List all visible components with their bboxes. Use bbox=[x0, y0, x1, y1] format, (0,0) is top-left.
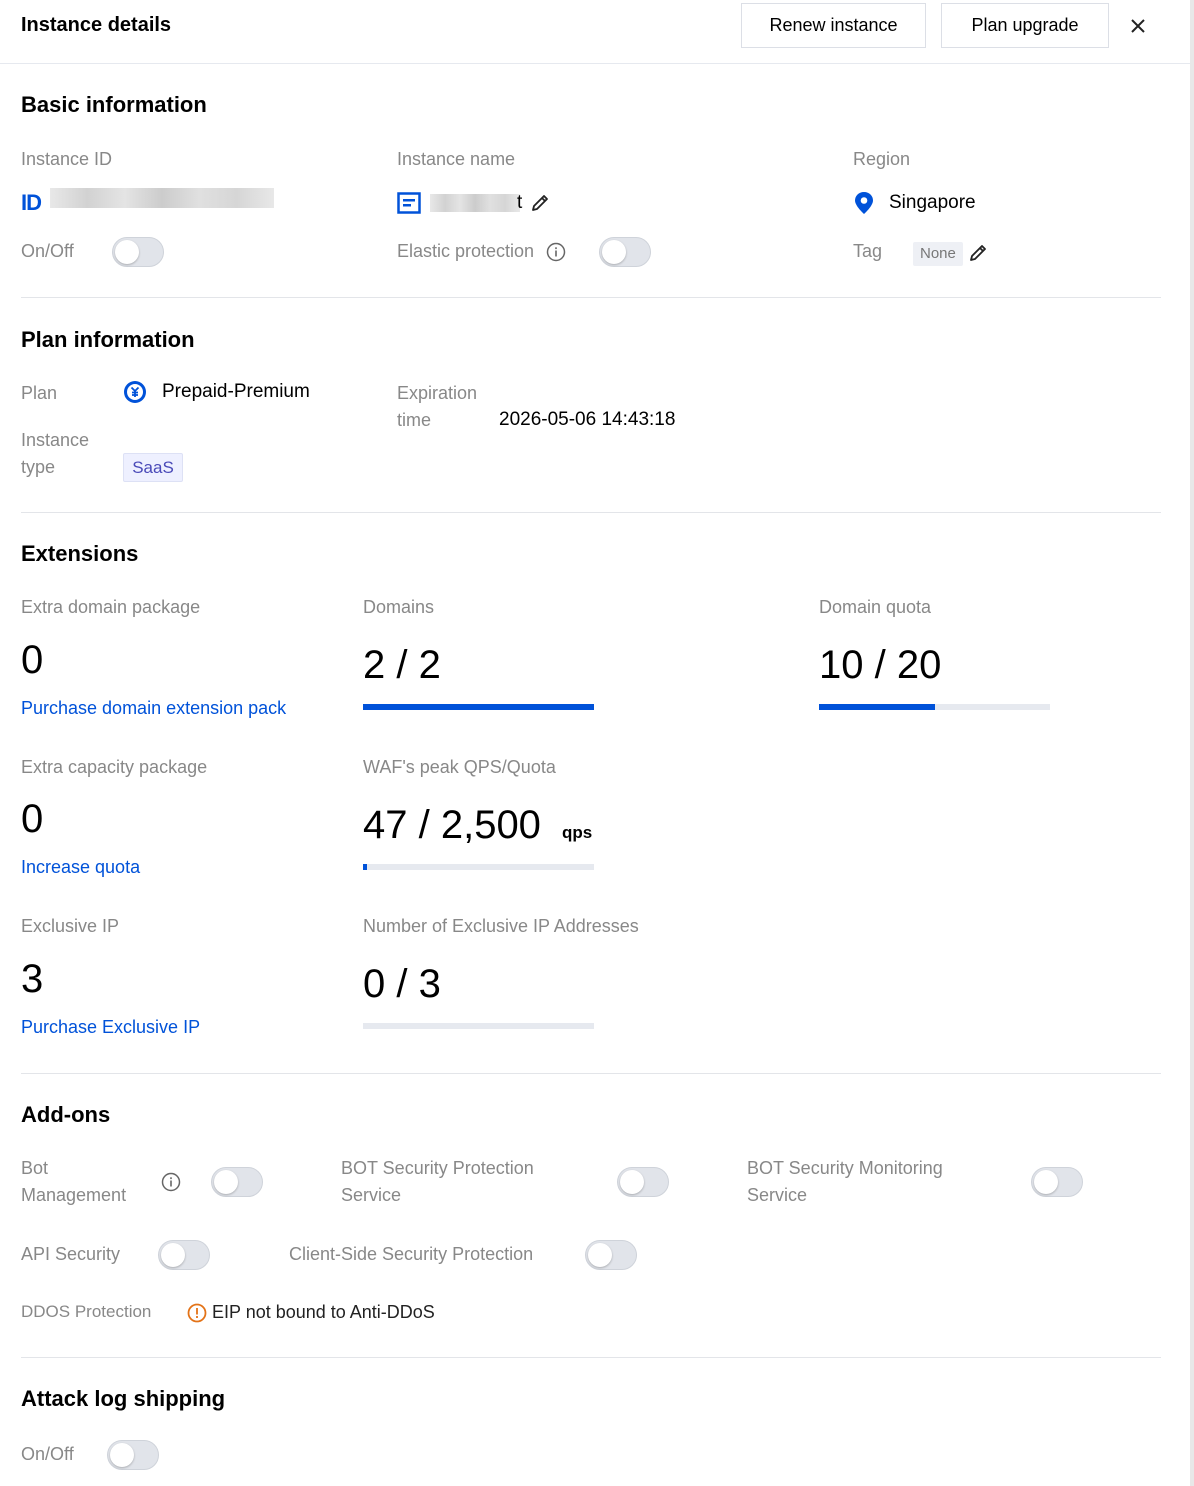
api-security-toggle[interactable] bbox=[158, 1240, 210, 1270]
instance-type-saas-badge: SaaS bbox=[123, 453, 183, 482]
bot-monitoring-toggle[interactable] bbox=[1031, 1167, 1083, 1197]
instance-name-label: Instance name bbox=[397, 149, 516, 169]
close-icon[interactable] bbox=[1126, 14, 1150, 38]
bot-protection-toggle[interactable] bbox=[617, 1167, 669, 1197]
domains-label: Domains bbox=[363, 597, 435, 617]
bot-management-label-1: Bot bbox=[21, 1158, 49, 1178]
divider bbox=[21, 1073, 1161, 1074]
extra-capacity-value: 0 bbox=[21, 797, 44, 841]
info-icon[interactable] bbox=[546, 242, 566, 262]
edit-tag-pencil-icon[interactable] bbox=[968, 243, 988, 263]
drawer-header: Instance details Renew instance Plan upg… bbox=[0, 0, 1190, 64]
instance-type-label-2: type bbox=[21, 457, 56, 477]
plan-upgrade-button[interactable]: Plan upgrade bbox=[941, 3, 1109, 48]
plan-info-title: Plan information bbox=[21, 327, 195, 352]
bot-protection-label-2: Service bbox=[341, 1185, 402, 1205]
plan-value: Prepaid-Premium bbox=[162, 381, 310, 402]
drawer-title: Instance details bbox=[21, 14, 172, 36]
scrollbar[interactable] bbox=[1190, 0, 1194, 1486]
num-exclusive-ip-progress-bar bbox=[363, 1023, 594, 1029]
attack-log-title: Attack log shipping bbox=[21, 1386, 226, 1411]
increase-quota-link[interactable]: Increase quota bbox=[21, 857, 140, 878]
instance-id-value-redacted bbox=[50, 188, 274, 208]
domain-quota-progress-bar bbox=[819, 704, 1050, 710]
instance-onoff-toggle[interactable] bbox=[112, 237, 164, 267]
api-security-label: API Security bbox=[21, 1244, 121, 1264]
info-icon[interactable] bbox=[161, 1172, 181, 1192]
tag-value-badge: None bbox=[913, 242, 963, 266]
domain-quota-value: 10 / 20 bbox=[819, 643, 942, 687]
attack-log-onoff-label: On/Off bbox=[21, 1444, 74, 1464]
bot-monitoring-label-2: Service bbox=[747, 1185, 808, 1205]
domain-quota-progress-fill bbox=[819, 704, 935, 710]
exclusive-ip-label: Exclusive IP bbox=[21, 916, 120, 936]
region-value: Singapore bbox=[889, 192, 976, 213]
elastic-protection-toggle[interactable] bbox=[599, 237, 651, 267]
domains-progress-fill bbox=[363, 704, 594, 710]
addons-title: Add-ons bbox=[21, 1102, 111, 1127]
exclusive-ip-value: 3 bbox=[21, 957, 44, 1001]
bot-monitoring-label-1: BOT Security Monitoring bbox=[747, 1158, 943, 1178]
domain-quota-label: Domain quota bbox=[819, 597, 932, 617]
plan-label: Plan bbox=[21, 383, 58, 403]
qps-progress-fill bbox=[363, 864, 368, 870]
bot-management-toggle[interactable] bbox=[211, 1167, 263, 1197]
onoff-label: On/Off bbox=[21, 241, 74, 261]
ddos-status: EIP not bound to Anti-DDoS bbox=[212, 1302, 435, 1322]
instance-name-suffix: t bbox=[517, 192, 523, 213]
client-side-security-label: Client-Side Security Protection bbox=[289, 1244, 534, 1264]
expiration-value: 2026-05-06 14:43:18 bbox=[499, 409, 676, 430]
domains-value: 2 / 2 bbox=[363, 643, 441, 687]
document-icon bbox=[397, 192, 421, 214]
elastic-protection-label: Elastic protection bbox=[397, 241, 535, 261]
num-exclusive-ip-label: Number of Exclusive IP Addresses bbox=[363, 916, 639, 936]
id-icon: ID bbox=[21, 190, 42, 215]
divider bbox=[21, 297, 1161, 298]
extensions-title: Extensions bbox=[21, 541, 139, 566]
basic-info-title: Basic information bbox=[21, 92, 207, 117]
renew-instance-button[interactable]: Renew instance bbox=[741, 3, 926, 48]
tag-label: Tag bbox=[853, 241, 883, 261]
instance-id-label: Instance ID bbox=[21, 149, 113, 169]
premium-plan-icon bbox=[124, 381, 146, 403]
purchase-exclusive-ip-link[interactable]: Purchase Exclusive IP bbox=[21, 1017, 200, 1038]
purchase-domain-extension-link[interactable]: Purchase domain extension pack bbox=[21, 698, 286, 719]
attack-log-toggle[interactable] bbox=[107, 1440, 159, 1470]
edit-name-pencil-icon[interactable] bbox=[530, 193, 550, 213]
qps-label: WAF's peak QPS/Quota bbox=[363, 757, 556, 777]
bot-management-label-2: Management bbox=[21, 1185, 127, 1205]
divider bbox=[21, 512, 1161, 513]
expiration-label-1: Expiration bbox=[397, 383, 478, 403]
extra-domain-label: Extra domain package bbox=[21, 597, 201, 617]
divider bbox=[21, 1357, 1161, 1358]
bot-protection-label-1: BOT Security Protection bbox=[341, 1158, 534, 1178]
location-pin-icon bbox=[855, 192, 873, 214]
domains-progress-bar bbox=[363, 704, 594, 710]
qps-value: 47 / 2,500 bbox=[363, 803, 541, 847]
ddos-protection-label: DDOS Protection bbox=[21, 1302, 152, 1321]
client-side-security-toggle[interactable] bbox=[585, 1240, 637, 1270]
instance-type-label-1: Instance bbox=[21, 430, 90, 450]
num-exclusive-ip-value: 0 / 3 bbox=[363, 962, 441, 1006]
extra-capacity-label: Extra capacity package bbox=[21, 757, 208, 777]
expiration-label-2: time bbox=[397, 410, 432, 430]
warning-icon bbox=[187, 1303, 207, 1323]
extra-domain-value: 0 bbox=[21, 638, 44, 682]
qps-unit: qps bbox=[562, 823, 593, 842]
region-label: Region bbox=[853, 149, 911, 169]
qps-progress-bar bbox=[363, 864, 594, 870]
instance-name-value-redacted bbox=[430, 194, 520, 212]
